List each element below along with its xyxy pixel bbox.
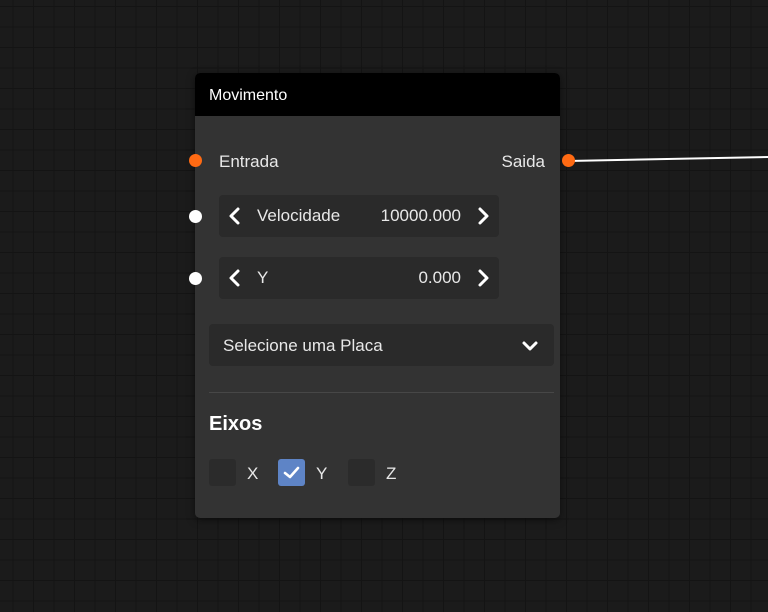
saida-pin[interactable]	[562, 154, 575, 167]
axis-x-checkbox[interactable]	[209, 459, 236, 486]
velocidade-stepper[interactable]: Velocidade 10000.000	[219, 195, 499, 237]
axis-y-checkbox[interactable]	[278, 459, 305, 486]
entrada-pin[interactable]	[189, 154, 202, 167]
movimento-node[interactable]: Movimento Entrada Saida Velocidade 10000…	[189, 73, 575, 518]
chevron-right-icon[interactable]	[473, 266, 493, 290]
axis-z-label: Z	[386, 464, 397, 483]
y-value[interactable]: 0.000	[418, 268, 461, 288]
eixos-title: Eixos	[209, 413, 263, 435]
chevron-left-icon[interactable]	[225, 266, 245, 290]
velocidade-value[interactable]: 10000.000	[381, 206, 461, 226]
axis-x-label: X	[247, 464, 259, 483]
chevron-down-icon[interactable]	[520, 336, 540, 356]
axis-y-label: Y	[316, 464, 328, 483]
y-label: Y	[257, 268, 269, 287]
divider	[209, 392, 554, 393]
y-pin[interactable]	[189, 272, 202, 285]
saida-label: Saida	[501, 152, 545, 171]
chevron-left-icon[interactable]	[225, 204, 245, 228]
velocidade-pin[interactable]	[189, 210, 202, 223]
velocidade-label: Velocidade	[257, 206, 341, 225]
axis-z-checkbox[interactable]	[348, 459, 375, 486]
placa-select-text: Selecione uma Placa	[223, 336, 383, 355]
node-title[interactable]: Movimento	[195, 73, 560, 116]
y-stepper[interactable]: Y 0.000	[219, 257, 499, 299]
entrada-label: Entrada	[219, 152, 279, 171]
checkmark-icon	[283, 466, 300, 479]
chevron-right-icon[interactable]	[473, 204, 493, 228]
placa-select[interactable]: Selecione uma Placa	[209, 324, 554, 366]
